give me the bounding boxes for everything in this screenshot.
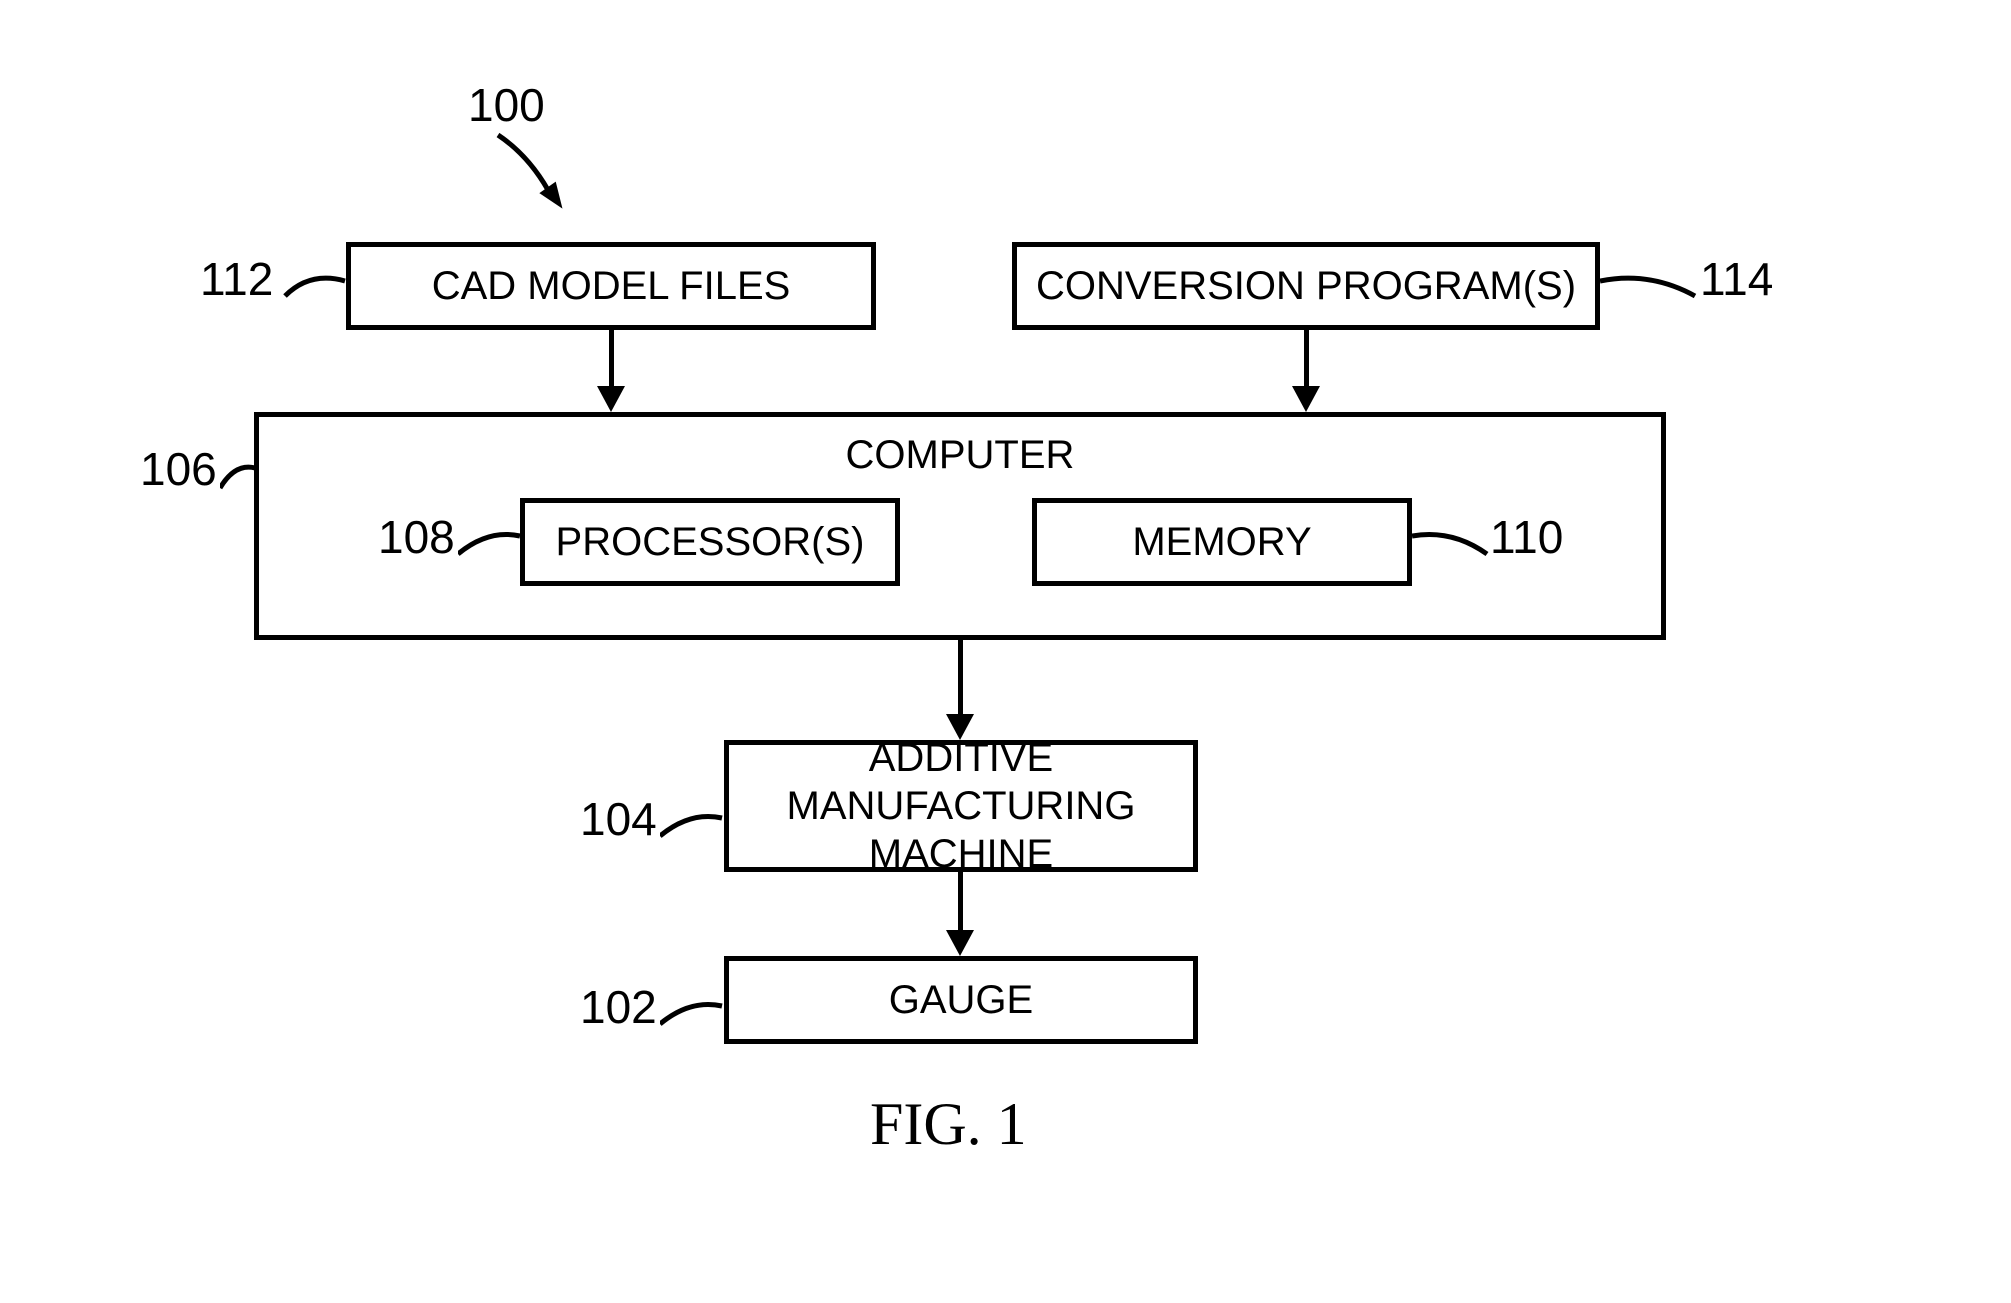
leader-110: [1412, 524, 1490, 564]
box-conversion-programs: CONVERSION PROGRAM(S): [1012, 242, 1600, 330]
arrow-amm-to-gauge-line: [958, 872, 963, 934]
box-mem-label: MEMORY: [1132, 518, 1311, 566]
ref-108: 108: [378, 510, 455, 564]
box-computer-label: COMPUTER: [259, 431, 1661, 479]
arrow-computer-to-amm-line: [958, 640, 963, 718]
arrow-conv-to-computer-line: [1304, 330, 1309, 390]
box-gauge: GAUGE: [724, 956, 1198, 1044]
ref-102: 102: [580, 980, 657, 1034]
box-cad-label: CAD MODEL FILES: [432, 262, 791, 310]
box-proc-label: PROCESSOR(S): [556, 518, 865, 566]
ref-110: 110: [1490, 510, 1563, 564]
arrow-cad-to-computer-head: [597, 386, 625, 412]
leader-104: [660, 806, 726, 846]
arrow-cad-to-computer-line: [609, 330, 614, 390]
leader-112: [280, 266, 350, 306]
box-cad-model-files: CAD MODEL FILES: [346, 242, 876, 330]
arrow-conv-to-computer-head: [1292, 386, 1320, 412]
leader-106: [220, 458, 260, 498]
ref-100: 100: [468, 78, 545, 132]
figure-caption: FIG. 1: [870, 1090, 1027, 1159]
ref-112: 112: [200, 252, 273, 306]
leader-108: [458, 524, 524, 564]
leader-102: [660, 994, 726, 1034]
box-amm: ADDITIVE MANUFACTURING MACHINE: [724, 740, 1198, 872]
ref-106: 106: [140, 442, 217, 496]
box-processors: PROCESSOR(S): [520, 498, 900, 586]
box-memory: MEMORY: [1032, 498, 1412, 586]
box-conv-label: CONVERSION PROGRAM(S): [1036, 262, 1576, 310]
box-amm-label: ADDITIVE MANUFACTURING MACHINE: [749, 734, 1173, 878]
arrow-amm-to-gauge-head: [946, 930, 974, 956]
ref-114: 114: [1700, 252, 1773, 306]
box-gauge-label: GAUGE: [889, 976, 1033, 1024]
leader-114: [1600, 266, 1700, 306]
ref-104: 104: [580, 792, 657, 846]
